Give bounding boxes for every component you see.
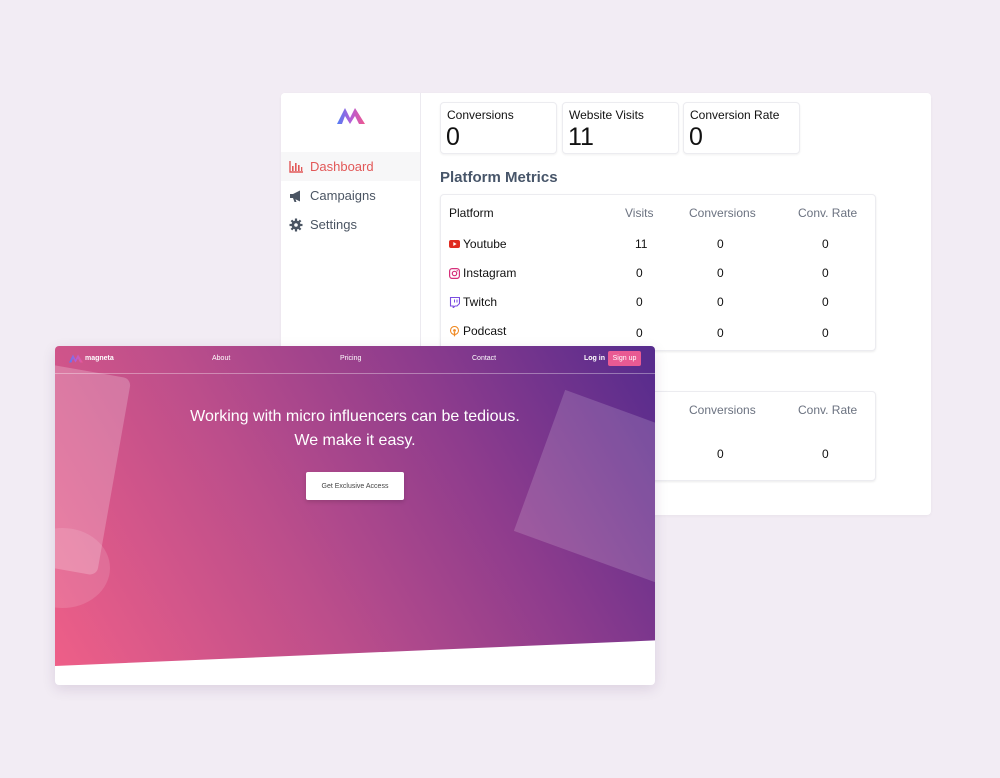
sidebar-item-settings[interactable]: Settings bbox=[281, 210, 420, 239]
table-row-platform: Instagram bbox=[449, 266, 516, 280]
cell-visits: 0 bbox=[636, 326, 643, 340]
cell-conv-rate: 0 bbox=[822, 295, 829, 309]
column-header-platform: Platform bbox=[449, 206, 494, 220]
twitch-icon bbox=[449, 296, 460, 308]
nav-link-pricing[interactable]: Pricing bbox=[340, 355, 361, 362]
stat-value: 11 bbox=[568, 123, 594, 151]
login-link[interactable]: Log in bbox=[584, 355, 605, 362]
platform-name: Twitch bbox=[463, 295, 498, 309]
sidebar-item-label: Settings bbox=[310, 217, 357, 232]
column-header-visits: Visits bbox=[625, 206, 654, 220]
column-header-conversions: Conversions bbox=[689, 403, 756, 417]
stat-card-conversions: Conversions 0 bbox=[440, 102, 557, 154]
cell-conversions: 0 bbox=[717, 237, 724, 251]
cell-conv-rate: 0 bbox=[822, 266, 829, 280]
column-header-conversions: Conversions bbox=[689, 206, 756, 220]
cell-visits: 0 bbox=[636, 295, 643, 309]
stat-label: Conversions bbox=[447, 108, 514, 122]
cell-conv-rate: 0 bbox=[822, 237, 829, 251]
platform-name: Podcast bbox=[463, 324, 507, 338]
instagram-icon bbox=[449, 267, 460, 279]
nav-link-about[interactable]: About bbox=[212, 355, 230, 362]
stat-value: 0 bbox=[689, 123, 703, 151]
sidebar-item-label: Campaigns bbox=[310, 188, 376, 203]
gear-icon bbox=[289, 218, 303, 232]
table-row-platform: Youtube bbox=[449, 237, 507, 251]
hero-headline: Working with micro influencers can be te… bbox=[190, 408, 520, 425]
hero-subheadline: We make it easy. bbox=[294, 432, 416, 449]
hero-section: magneta About Pricing Contact Log in Sig… bbox=[55, 346, 655, 666]
podcast-icon bbox=[449, 325, 460, 337]
app-logo bbox=[337, 108, 365, 124]
sidebar-item-campaigns[interactable]: Campaigns bbox=[281, 181, 420, 210]
cell-conv-rate: 0 bbox=[822, 447, 829, 461]
landing-window: magneta About Pricing Contact Log in Sig… bbox=[55, 346, 655, 685]
stat-card-website-visits: Website Visits 11 bbox=[562, 102, 679, 154]
cell-conversions: 0 bbox=[717, 447, 724, 461]
magneta-logo-icon bbox=[69, 354, 83, 363]
sidebar-item-dashboard[interactable]: Dashboard bbox=[281, 152, 420, 181]
cell-visits: 11 bbox=[635, 237, 648, 251]
stat-card-conversion-rate: Conversion Rate 0 bbox=[683, 102, 800, 154]
column-header-conv-rate: Conv. Rate bbox=[798, 206, 858, 220]
youtube-icon bbox=[449, 239, 460, 250]
platform-name: Youtube bbox=[463, 237, 507, 251]
cell-conv-rate: 0 bbox=[822, 326, 829, 340]
table-row-platform: Twitch bbox=[449, 295, 497, 309]
stat-label: Conversion Rate bbox=[690, 108, 780, 122]
brand-logo[interactable]: magneta bbox=[69, 353, 114, 363]
cell-conversions: 0 bbox=[717, 266, 724, 280]
section-title: Platform Metrics bbox=[440, 169, 558, 186]
platform-metrics-table: Platform Visits Conversions Conv. Rate Y… bbox=[440, 194, 876, 351]
cell-conversions: 0 bbox=[717, 295, 724, 309]
bar-chart-icon bbox=[289, 160, 303, 174]
cell-conversions: 0 bbox=[717, 326, 724, 340]
stat-value: 0 bbox=[446, 123, 460, 151]
column-header-conv-rate: Conv. Rate bbox=[798, 403, 858, 417]
stat-label: Website Visits bbox=[569, 108, 644, 122]
brand-name: magneta bbox=[85, 354, 114, 362]
platform-name: Instagram bbox=[463, 266, 517, 280]
sidebar-item-label: Dashboard bbox=[310, 159, 374, 174]
table-row-platform: Podcast bbox=[449, 324, 506, 338]
nav-link-contact[interactable]: Contact bbox=[472, 355, 496, 362]
get-exclusive-access-button[interactable]: Get Exclusive Access bbox=[306, 472, 404, 500]
signup-button[interactable]: Sign up bbox=[608, 351, 641, 366]
landing-navbar: magneta About Pricing Contact Log in Sig… bbox=[55, 346, 655, 374]
megaphone-icon bbox=[289, 189, 303, 203]
cell-visits: 0 bbox=[636, 266, 643, 280]
